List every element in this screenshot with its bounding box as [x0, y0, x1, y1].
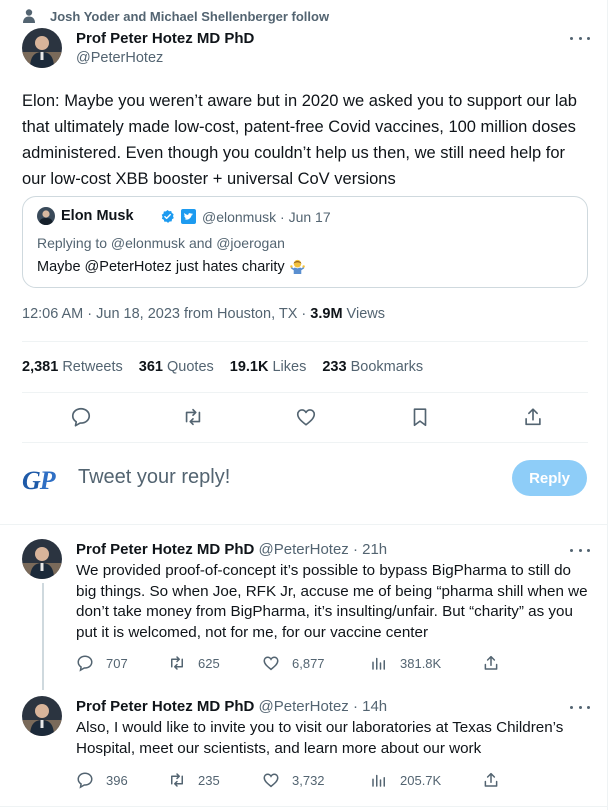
reply-count: 396 — [106, 772, 128, 788]
likes-label: Likes — [268, 359, 307, 375]
quotes-label: Quotes — [162, 359, 214, 375]
more-icon[interactable] — [570, 30, 590, 46]
quotes-count: 361 — [138, 359, 163, 375]
share-icon — [484, 772, 498, 787]
reply-author-avatar[interactable] — [22, 696, 62, 736]
bookmark-icon[interactable] — [409, 406, 431, 428]
twitter-affiliate-icon — [181, 209, 196, 224]
social-context-text: Josh Yoder and Michael Shellenberger fol… — [50, 8, 330, 24]
social-context[interactable]: Josh Yoder and Michael Shellenberger fol… — [23, 8, 330, 24]
quoted-text-content: Maybe @PeterHotez just hates charity — [37, 258, 285, 275]
reply-author-name[interactable]: Prof Peter Hotez MD PhD — [76, 541, 254, 558]
reply-views-action[interactable]: 381.8K — [370, 654, 441, 672]
author-handle[interactable]: @PeterHotez — [76, 50, 163, 66]
reply-author-meta[interactable]: @PeterHotez · 14h — [254, 698, 388, 715]
retweets-count: 2,381 — [22, 359, 59, 375]
likes-stat[interactable]: 19.1K Likes — [230, 359, 307, 375]
reply-views-action[interactable]: 205.7K — [370, 771, 441, 789]
like-icon — [263, 656, 279, 671]
share-icon — [484, 655, 498, 670]
reply-author-avatar[interactable] — [22, 539, 62, 579]
divider — [22, 341, 588, 342]
reply-button[interactable]: Reply — [512, 460, 587, 496]
divider — [22, 442, 588, 443]
tweet-stats: 2,381 Retweets 361 Quotes 19.1K Likes 23… — [22, 359, 439, 375]
reply-action-bar: 396 235 3,732 205.7K — [76, 771, 576, 791]
verified-badge-icon — [161, 209, 174, 223]
reply-icon[interactable] — [70, 406, 92, 428]
tweet-text: Elon: Maybe you weren’t aware but in 202… — [22, 92, 577, 188]
reply-like-action[interactable]: 3,732 — [262, 771, 325, 789]
tweet-page: Josh Yoder and Michael Shellenberger fol… — [0, 0, 608, 810]
retweet-icon — [171, 656, 183, 670]
retweet-count: 235 — [198, 772, 220, 788]
reply-action-bar: 707 625 6,877 381.8K — [76, 654, 576, 674]
person-shrugging-emoji — [289, 259, 305, 275]
views-count: 381.8K — [400, 655, 442, 671]
avatar-photo — [22, 28, 62, 68]
reply-input[interactable]: Tweet your reply! — [78, 466, 230, 489]
views-icon — [372, 657, 385, 670]
reply-like-action[interactable]: 6,877 — [262, 654, 325, 672]
quoted-replying-to[interactable]: Replying to @elonmusk and @joerogan — [37, 235, 285, 251]
retweet-icon — [171, 773, 183, 787]
views-label: Views — [342, 306, 385, 322]
like-icon — [263, 773, 279, 788]
like-count: 6,877 — [292, 655, 325, 671]
person-icon — [23, 9, 35, 23]
reply-reply-action[interactable]: 396 — [76, 771, 128, 789]
retweet-count: 625 — [198, 655, 220, 671]
reply-share-action[interactable] — [482, 654, 512, 672]
reply-text: Also, I would like to invite you to visi… — [76, 719, 564, 757]
share-icon[interactable] — [522, 406, 544, 428]
quotes-stat[interactable]: 361 Quotes — [139, 359, 214, 375]
author-avatar[interactable] — [22, 28, 62, 68]
retweets-stat[interactable]: 2,381 Retweets — [22, 359, 123, 375]
divider — [0, 806, 608, 807]
tweet-time[interactable]: 12:06 AM · Jun 18, 2023 from Houston, TX… — [22, 306, 310, 322]
like-icon[interactable] — [295, 406, 317, 428]
reply-header[interactable]: Prof Peter Hotez MD PhD @PeterHotez · 21… — [76, 541, 387, 558]
quoted-author-avatar[interactable] — [37, 207, 55, 225]
reply-count: 707 — [106, 655, 128, 671]
reply-reply-action[interactable]: 707 — [76, 654, 128, 672]
views-count: 3.9M — [310, 306, 343, 322]
retweet-icon[interactable] — [182, 406, 204, 428]
views-icon — [372, 774, 385, 787]
reply-retweet-action[interactable]: 625 — [168, 654, 220, 672]
reply-icon — [77, 655, 93, 672]
more-icon[interactable] — [570, 542, 590, 558]
reply-retweet-action[interactable]: 235 — [168, 771, 220, 789]
reply-author-meta[interactable]: @PeterHotez · 21h — [254, 541, 388, 558]
thread-line — [42, 583, 44, 690]
divider — [22, 392, 588, 393]
reply-header[interactable]: Prof Peter Hotez MD PhD @PeterHotez · 14… — [76, 698, 387, 715]
retweets-label: Retweets — [58, 359, 123, 375]
reply-icon — [77, 772, 93, 789]
author-name[interactable]: Prof Peter Hotez MD PhD — [76, 30, 254, 47]
bookmarks-stat[interactable]: 233 Bookmarks — [322, 359, 423, 375]
likes-count: 19.1K — [229, 359, 269, 375]
reply-author-name[interactable]: Prof Peter Hotez MD PhD — [76, 698, 254, 715]
tweet-timestamp[interactable]: 12:06 AM · Jun 18, 2023 from Houston, TX… — [22, 306, 385, 322]
bookmarks-label: Bookmarks — [346, 359, 424, 375]
quoted-tweet[interactable]: Elon Musk @elonmusk · Jun 17 Replying to… — [22, 196, 588, 288]
divider — [0, 524, 608, 525]
reply-text: We provided proof-of-concept it’s possib… — [76, 562, 588, 641]
user-avatar-logo[interactable]: GP — [22, 466, 64, 496]
bookmarks-count: 233 — [322, 359, 347, 375]
like-count: 3,732 — [292, 772, 325, 788]
quoted-author-name[interactable]: Elon Musk — [61, 208, 134, 224]
quoted-tweet-text: Maybe @PeterHotez just hates charity — [37, 258, 306, 275]
reply-share-action[interactable] — [482, 771, 512, 789]
more-icon[interactable] — [570, 699, 590, 715]
quoted-author-handle-date[interactable]: @elonmusk · Jun 17 — [202, 209, 331, 225]
views-count: 205.7K — [400, 772, 442, 788]
